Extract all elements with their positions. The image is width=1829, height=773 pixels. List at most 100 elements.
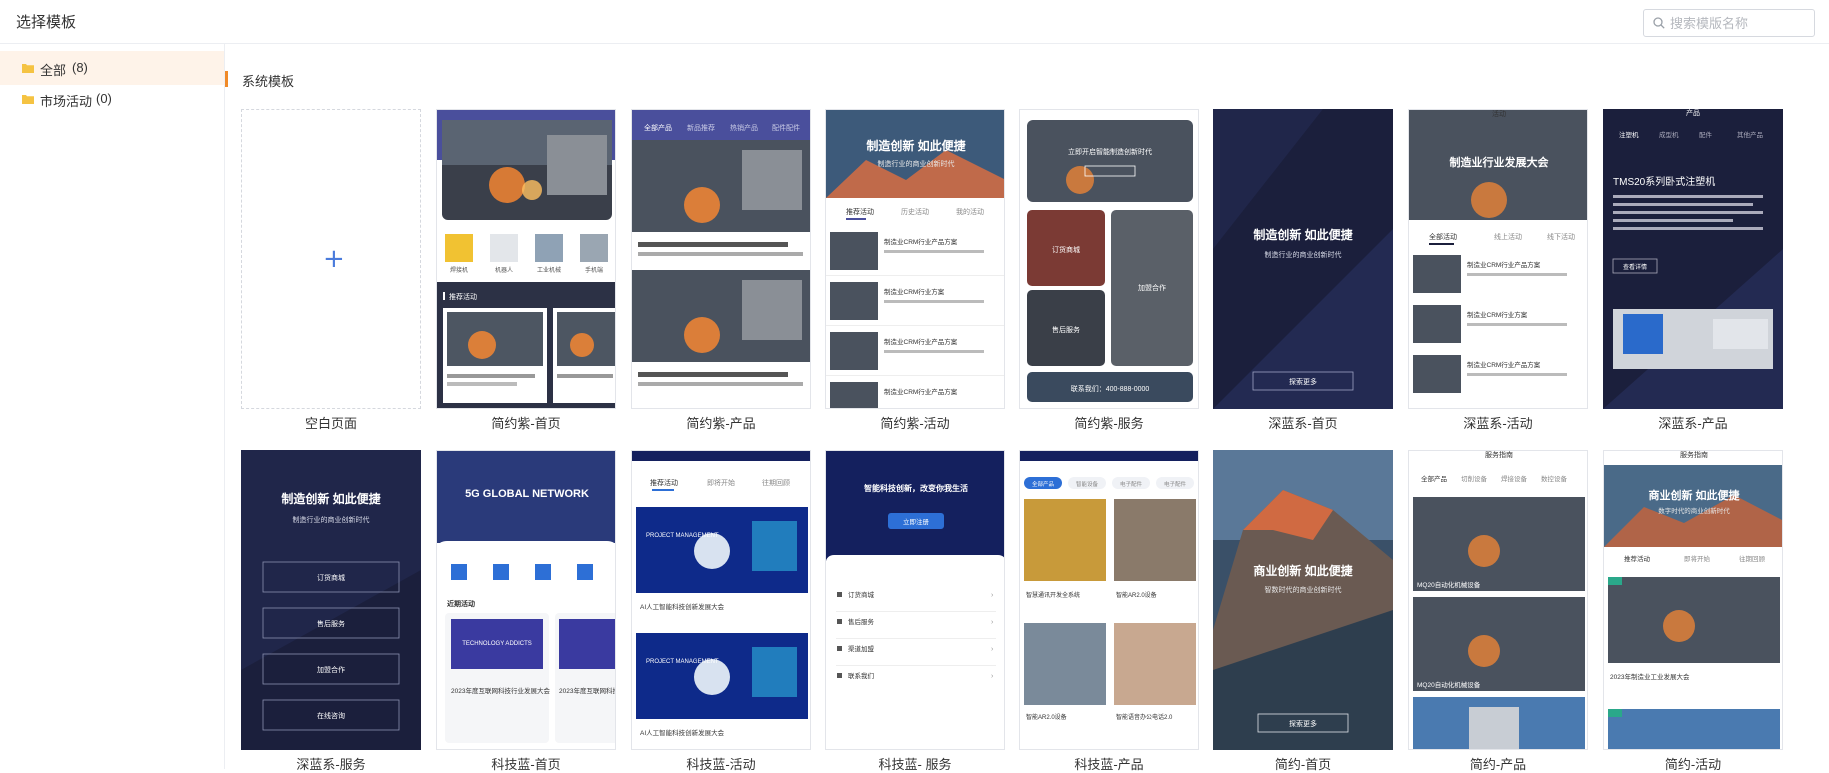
svg-text:MQ20自动化机械设备: MQ20自动化机械设备	[1417, 580, 1481, 589]
search-icon	[1653, 17, 1665, 29]
sidebar-item-label: 市场活动	[40, 94, 93, 109]
svg-text:即将开始: 即将开始	[707, 478, 735, 487]
template-name: 简约-首页	[1274, 757, 1332, 772]
template-card[interactable]: 商业创新 如此便捷 智数时代的商业创新时代 探索更多 简约-首页	[1213, 450, 1393, 772]
svg-text:2023年度互联网科技行业发展大会: 2023年度互联网科技行业发展大会	[451, 686, 550, 695]
svg-text:PROJECT MANAGEMENT: PROJECT MANAGEMENT	[646, 659, 719, 665]
folder-icon	[22, 95, 34, 104]
template-name: 简约紫-服务	[1074, 416, 1144, 431]
template-card[interactable]: 产品 注塑机 成型机 配件 其他产品 TMS20系列卧式注塑机 查看详情 深蓝系…	[1603, 109, 1783, 431]
svg-text:订货商城: 订货商城	[848, 590, 875, 599]
svg-text:数字时代的商业创新时代: 数字时代的商业创新时代	[1658, 506, 1730, 515]
template-card[interactable]: 推荐活动 即将开始 往期回顾 PROJECT MANAGEMENT AI人工智能…	[631, 450, 811, 772]
template-name: 简约紫-产品	[686, 416, 756, 431]
svg-text:成型机: 成型机	[1659, 130, 1679, 139]
svg-text:即将开始: 即将开始	[1684, 554, 1711, 563]
svg-text:探索更多: 探索更多	[1289, 377, 1317, 386]
template-thumbnail: 智能科技创新，改变你我生活 立即注册 订货商城 售后服务 渠道加盟 联系我们 ›…	[825, 450, 1005, 750]
svg-text:制造行业的商业创新时代: 制造行业的商业创新时代	[878, 159, 955, 168]
svg-text:智能AR2.0设备: 智能AR2.0设备	[1026, 713, 1067, 721]
template-card[interactable]: 制造创新 如此便捷 制造行业的商业创新时代 推荐活动 历史活动 我的活动 制造业…	[825, 109, 1005, 431]
template-card[interactable]: 活动 制造业行业发展大会 全部活动 线上活动 线下活动 制造业CRM行业产品方案…	[1408, 109, 1588, 431]
svg-text:制造业CRM行业产品方案: 制造业CRM行业产品方案	[1467, 260, 1541, 269]
svg-text:加盟合作: 加盟合作	[317, 665, 345, 674]
svg-text:售后服务: 售后服务	[1052, 325, 1080, 334]
plus-icon: +	[323, 244, 345, 274]
template-card-blank[interactable]: + 空白页面	[241, 109, 421, 431]
svg-text:联系我们: 联系我们	[848, 671, 874, 680]
svg-text:电子配件: 电子配件	[1164, 480, 1187, 488]
svg-text:工业机械: 工业机械	[537, 266, 561, 274]
template-thumbnail: 全部产品 新品推荐 热销产品 配件配件	[631, 109, 811, 409]
svg-text:往期回顾: 往期回顾	[762, 478, 790, 487]
template-thumbnail: 制造创新 如此便捷 制造行业的商业创新时代 订货商城 售后服务 加盟合作 在线咨…	[241, 450, 421, 750]
svg-text:焊接机: 焊接机	[450, 266, 468, 274]
template-thumbnail: 制造创新 如此便捷 制造行业的商业创新时代 推荐活动 历史活动 我的活动 制造业…	[825, 109, 1005, 409]
template-card[interactable]: 焊接机 机器人 工业机械 手机端 推荐活动 简约紫-首页	[436, 109, 616, 431]
template-card[interactable]: 全部产品 智能设备 电子配件 电子配件 智慧通讯开发全系统 智能AR2.0设备 …	[1019, 450, 1199, 772]
template-card[interactable]: 智能科技创新，改变你我生活 立即注册 订货商城 售后服务 渠道加盟 联系我们 ›…	[825, 450, 1005, 772]
template-thumbnail: 5G GLOBAL NETWORK 近期活动 TECHNOLOGY ADDICT…	[436, 450, 616, 750]
folder-icon	[22, 64, 34, 73]
svg-text:立即注册: 立即注册	[903, 517, 930, 526]
template-thumbnail: 全部产品 智能设备 电子配件 电子配件 智慧通讯开发全系统 智能AR2.0设备 …	[1019, 450, 1199, 750]
svg-text:立即开启智能制造创新时代: 立即开启智能制造创新时代	[1068, 147, 1152, 156]
template-name: 简约-活动	[1664, 757, 1722, 772]
template-card[interactable]: 制造创新 如此便捷 制造行业的商业创新时代 订货商城 售后服务 加盟合作 在线咨…	[241, 450, 421, 772]
category-sidebar: 全部 (8) 市场活动 (0)	[0, 44, 225, 769]
top-bar: 选择模板	[0, 0, 1829, 44]
svg-text:线下活动: 线下活动	[1547, 232, 1575, 241]
template-thumbnail: 服务指南 全部产品 切削设备 焊接设备 数控设备 MQ20自动化机械设备 MQ2…	[1408, 450, 1588, 750]
sidebar-item-marketing[interactable]: 市场活动 (0)	[0, 82, 224, 116]
svg-text:电子配件: 电子配件	[1120, 480, 1143, 488]
svg-text:往期回顾: 往期回顾	[1739, 554, 1766, 563]
sidebar-item-all[interactable]: 全部 (8)	[0, 51, 224, 85]
svg-text:探索更多: 探索更多	[1289, 719, 1317, 728]
svg-text:2023年制造业工业发展大会: 2023年制造业工业发展大会	[1610, 672, 1690, 681]
svg-text:我的活动: 我的活动	[956, 207, 984, 216]
svg-text:加盟合作: 加盟合作	[1138, 283, 1166, 292]
svg-text:线上活动: 线上活动	[1494, 232, 1522, 241]
page-title: 选择模板	[16, 14, 77, 31]
template-thumbnail: 立即开启智能制造创新时代 订货商城 加盟合作 售后服务 联系我们：400-888…	[1019, 109, 1199, 409]
svg-text:订货商城: 订货商城	[317, 573, 345, 582]
template-card[interactable]: 全部产品 新品推荐 热销产品 配件配件 简约紫-产品	[631, 109, 811, 431]
template-name: 简约紫-首页	[491, 416, 561, 431]
template-thumbnail: 商业创新 如此便捷 智数时代的商业创新时代 探索更多	[1213, 450, 1393, 750]
sidebar-item-label: 全部	[40, 63, 67, 78]
template-name: 深蓝系-活动	[1463, 416, 1533, 431]
template-name: 深蓝系-服务	[296, 757, 366, 772]
svg-text:TECHNOLOGY ADDICTS: TECHNOLOGY ADDICTS	[462, 641, 532, 647]
template-card[interactable]: 制造创新 如此便捷 制造行业的商业创新时代 探索更多 深蓝系-首页	[1213, 109, 1393, 431]
svg-text:制造创新 如此便捷: 制造创新 如此便捷	[866, 138, 966, 153]
template-name: 科技蓝-活动	[686, 757, 756, 772]
template-card[interactable]: 服务指南 全部产品 切削设备 焊接设备 数控设备 MQ20自动化机械设备 MQ2…	[1408, 450, 1588, 772]
svg-text:全部产品: 全部产品	[1032, 480, 1055, 488]
template-thumbnail: 推荐活动 即将开始 往期回顾 PROJECT MANAGEMENT AI人工智能…	[631, 450, 811, 750]
svg-text:近期活动: 近期活动	[447, 599, 475, 608]
template-card[interactable]: 立即开启智能制造创新时代 订货商城 加盟合作 售后服务 联系我们：400-888…	[1019, 109, 1199, 431]
svg-text:历史活动: 历史活动	[901, 207, 929, 216]
sidebar-item-count: (8)	[72, 60, 88, 75]
svg-text:新品推荐: 新品推荐	[687, 123, 715, 132]
sidebar-item-count: (0)	[96, 91, 112, 106]
svg-text:智能语音办公电话2.0: 智能语音办公电话2.0	[1116, 713, 1173, 721]
svg-text:制造业CRM行业方案: 制造业CRM行业方案	[884, 287, 945, 296]
svg-text:售后服务: 售后服务	[848, 617, 875, 626]
svg-text:制造创新 如此便捷: 制造创新 如此便捷	[281, 491, 381, 506]
svg-text:全部产品: 全部产品	[644, 123, 672, 132]
template-card[interactable]: 5G GLOBAL NETWORK 近期活动 TECHNOLOGY ADDICT…	[436, 450, 616, 772]
search-input[interactable]	[1670, 12, 1810, 34]
svg-text:智数时代的商业创新时代: 智数时代的商业创新时代	[1265, 585, 1342, 594]
svg-text:智能科技创新，改变你我生活: 智能科技创新，改变你我生活	[864, 483, 968, 493]
svg-text:其他产品: 其他产品	[1737, 130, 1763, 139]
search-box[interactable]	[1643, 9, 1815, 37]
svg-text:商业创新 如此便捷: 商业创新 如此便捷	[1648, 488, 1740, 502]
svg-text:配件配件: 配件配件	[772, 123, 800, 132]
template-card[interactable]: 服务指南 商业创新 如此便捷 数字时代的商业创新时代 推荐活动 即将开始 往期回…	[1603, 450, 1783, 772]
svg-text:制造业行业发展大会: 制造业行业发展大会	[1450, 155, 1550, 169]
svg-text:手机端: 手机端	[585, 266, 603, 274]
svg-text:推荐活动: 推荐活动	[449, 292, 477, 301]
svg-text:渠道加盟: 渠道加盟	[848, 644, 875, 653]
template-thumbnail: +	[241, 109, 421, 409]
